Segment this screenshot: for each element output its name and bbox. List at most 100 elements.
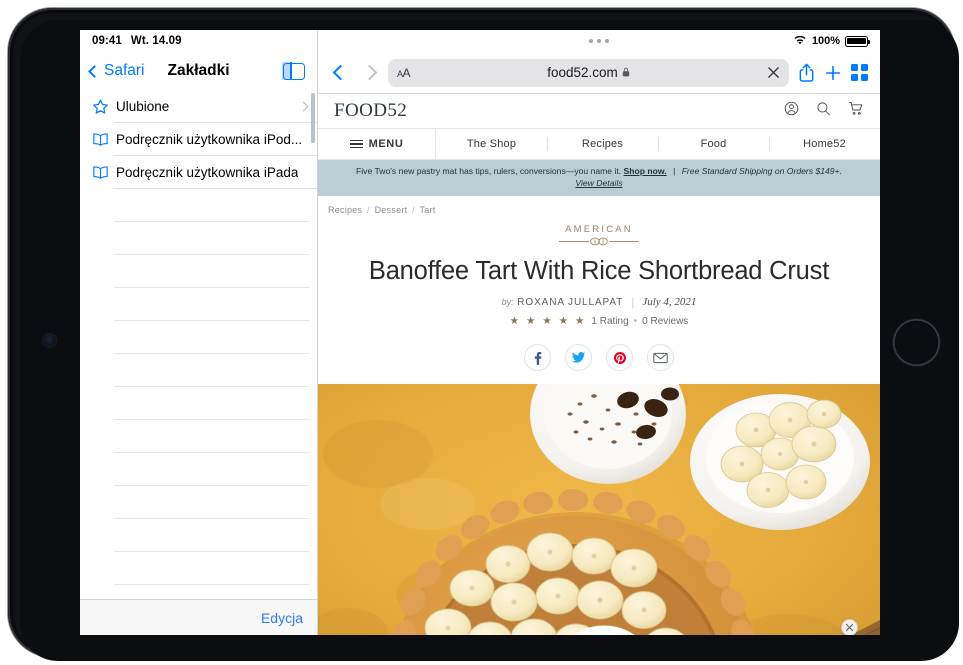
breadcrumb-item-tart[interactable]: Tart bbox=[419, 205, 435, 215]
list-item[interactable]: Podręcznik użytkownika iPod... bbox=[80, 123, 317, 156]
clear-url-button[interactable] bbox=[767, 66, 780, 79]
browser-pane: 100% AA food52.com bbox=[318, 30, 880, 635]
wifi-icon bbox=[793, 35, 807, 48]
forward-button[interactable] bbox=[359, 67, 379, 78]
hamburger-icon bbox=[350, 140, 363, 149]
tabs-grid-button[interactable] bbox=[851, 64, 868, 81]
address-bar[interactable]: AA food52.com bbox=[388, 59, 789, 87]
status-bar-left: 09:41 Wt. 14.09 bbox=[80, 30, 317, 52]
page-settings-aa-button[interactable]: AA bbox=[397, 66, 410, 80]
list-item-label: Podręcznik użytkownika iPada bbox=[116, 165, 298, 180]
publish-date: July 4, 2021 bbox=[642, 296, 696, 308]
divider-ornament-icon bbox=[358, 237, 840, 246]
list-item-empty bbox=[80, 189, 317, 222]
list-item-empty bbox=[80, 552, 317, 585]
list-item-empty bbox=[80, 453, 317, 486]
star-icon bbox=[92, 98, 116, 115]
social-share-row bbox=[318, 344, 880, 371]
facebook-icon bbox=[531, 351, 545, 365]
bookmarks-list[interactable]: Ulubione Podręcznik użytkownika iPod... bbox=[80, 90, 317, 599]
sidebar-scrollbar[interactable] bbox=[311, 93, 315, 143]
breadcrumb-item-dessert[interactable]: Dessert bbox=[375, 205, 408, 215]
article-header: AMERICAN Banoffee Tart With Rice Shortbr… bbox=[318, 215, 880, 327]
page-title: Banoffee Tart With Rice Shortbread Crust bbox=[358, 257, 840, 286]
status-bar-right: 100% bbox=[318, 30, 880, 52]
rating-row: ★ ★ ★ ★ ★ 1 Rating • 0 Reviews bbox=[358, 315, 840, 327]
list-item-label: Ulubione bbox=[116, 99, 169, 114]
url-text: food52.com bbox=[547, 65, 618, 80]
chevron-left-icon bbox=[332, 65, 348, 81]
promo-text-main: Five Two's new pastry mat has tips, rule… bbox=[356, 166, 621, 176]
front-camera bbox=[42, 333, 57, 348]
breadcrumb-separator: / bbox=[410, 205, 417, 215]
envelope-icon bbox=[653, 352, 668, 364]
twitter-share-button[interactable] bbox=[565, 344, 592, 371]
twitter-icon bbox=[571, 350, 586, 365]
tab-dots-icon[interactable] bbox=[589, 39, 609, 43]
ipad-device: 09:41 Wt. 14.09 Safari Zakładki bbox=[0, 0, 963, 665]
book-icon bbox=[92, 165, 116, 180]
promo-view-details-link[interactable]: View Details bbox=[575, 178, 622, 188]
chevron-left-icon bbox=[88, 65, 101, 78]
sidebar-navigation-bar: Safari Zakładki bbox=[80, 52, 317, 90]
book-icon bbox=[92, 132, 116, 147]
promo-shop-now-link[interactable]: Shop now. bbox=[624, 166, 667, 176]
back-button-label: Safari bbox=[104, 62, 145, 80]
back-button[interactable] bbox=[330, 67, 350, 78]
account-icon[interactable] bbox=[784, 101, 799, 121]
list-item[interactable]: Ulubione bbox=[80, 90, 317, 123]
menu-label: MENU bbox=[369, 138, 404, 150]
browser-toolbar: AA food52.com bbox=[318, 52, 880, 94]
battery-icon bbox=[845, 36, 868, 47]
sidebar-toggle-icon[interactable] bbox=[283, 63, 305, 80]
star-rating-icon[interactable]: ★ ★ ★ ★ ★ bbox=[510, 315, 587, 327]
promo-banner: Five Two's new pastry mat has tips, rule… bbox=[318, 160, 880, 196]
cart-icon[interactable] bbox=[848, 101, 864, 121]
site-navigation: MENU The Shop Recipes Food Home52 bbox=[318, 129, 880, 160]
menu-button[interactable]: MENU bbox=[318, 129, 436, 159]
nav-item-food[interactable]: Food bbox=[658, 129, 769, 159]
share-button[interactable] bbox=[798, 63, 815, 82]
home-button[interactable] bbox=[893, 319, 940, 366]
list-item-empty bbox=[80, 387, 317, 420]
list-item-empty bbox=[80, 321, 317, 354]
reviews-count-label: 0 Reviews bbox=[642, 316, 688, 327]
nav-item-recipes[interactable]: Recipes bbox=[547, 129, 658, 159]
search-icon[interactable] bbox=[816, 101, 831, 121]
facebook-share-button[interactable] bbox=[524, 344, 551, 371]
cuisine-label: AMERICAN bbox=[358, 224, 840, 235]
list-item-empty bbox=[80, 420, 317, 453]
breadcrumb-separator: / bbox=[365, 205, 372, 215]
chevron-right-icon bbox=[299, 102, 309, 112]
breadcrumb: Recipes / Dessert / Tart bbox=[318, 196, 880, 215]
rating-separator: • bbox=[634, 316, 638, 327]
rating-count-label: 1 Rating bbox=[591, 316, 628, 327]
list-item-empty bbox=[80, 255, 317, 288]
back-to-safari-button[interactable]: Safari bbox=[88, 62, 145, 80]
author-name[interactable]: ROXANA JULLAPAT bbox=[517, 297, 623, 308]
nav-item-home52[interactable]: Home52 bbox=[769, 129, 880, 159]
new-tab-button[interactable] bbox=[824, 64, 842, 82]
site-logo[interactable]: FOOD52 bbox=[334, 100, 407, 122]
list-item-label: Podręcznik użytkownika iPod... bbox=[116, 132, 302, 147]
site-header-icons bbox=[784, 101, 864, 121]
list-item[interactable]: Podręcznik użytkownika iPada bbox=[80, 156, 317, 189]
nav-item-the-shop[interactable]: The Shop bbox=[436, 129, 547, 159]
list-item-empty bbox=[80, 585, 317, 599]
edit-button[interactable]: Edycja bbox=[261, 610, 303, 626]
article-byline: by: ROXANA JULLAPAT | July 4, 2021 bbox=[358, 295, 840, 309]
pinterest-share-button[interactable] bbox=[606, 344, 633, 371]
breadcrumb-item-recipes[interactable]: Recipes bbox=[328, 205, 362, 215]
list-item-empty bbox=[80, 222, 317, 255]
close-circle-icon[interactable] bbox=[841, 619, 858, 635]
byline-divider: | bbox=[631, 295, 634, 309]
status-date: Wt. 14.09 bbox=[131, 35, 182, 47]
photo-illustration bbox=[318, 384, 880, 635]
battery-percent-label: 100% bbox=[812, 35, 840, 47]
list-item-empty bbox=[80, 519, 317, 552]
list-item-empty bbox=[80, 486, 317, 519]
banoffee-tart-photo bbox=[318, 384, 880, 635]
pinterest-icon bbox=[613, 351, 627, 365]
site-header: FOOD52 bbox=[318, 94, 880, 129]
email-share-button[interactable] bbox=[647, 344, 674, 371]
